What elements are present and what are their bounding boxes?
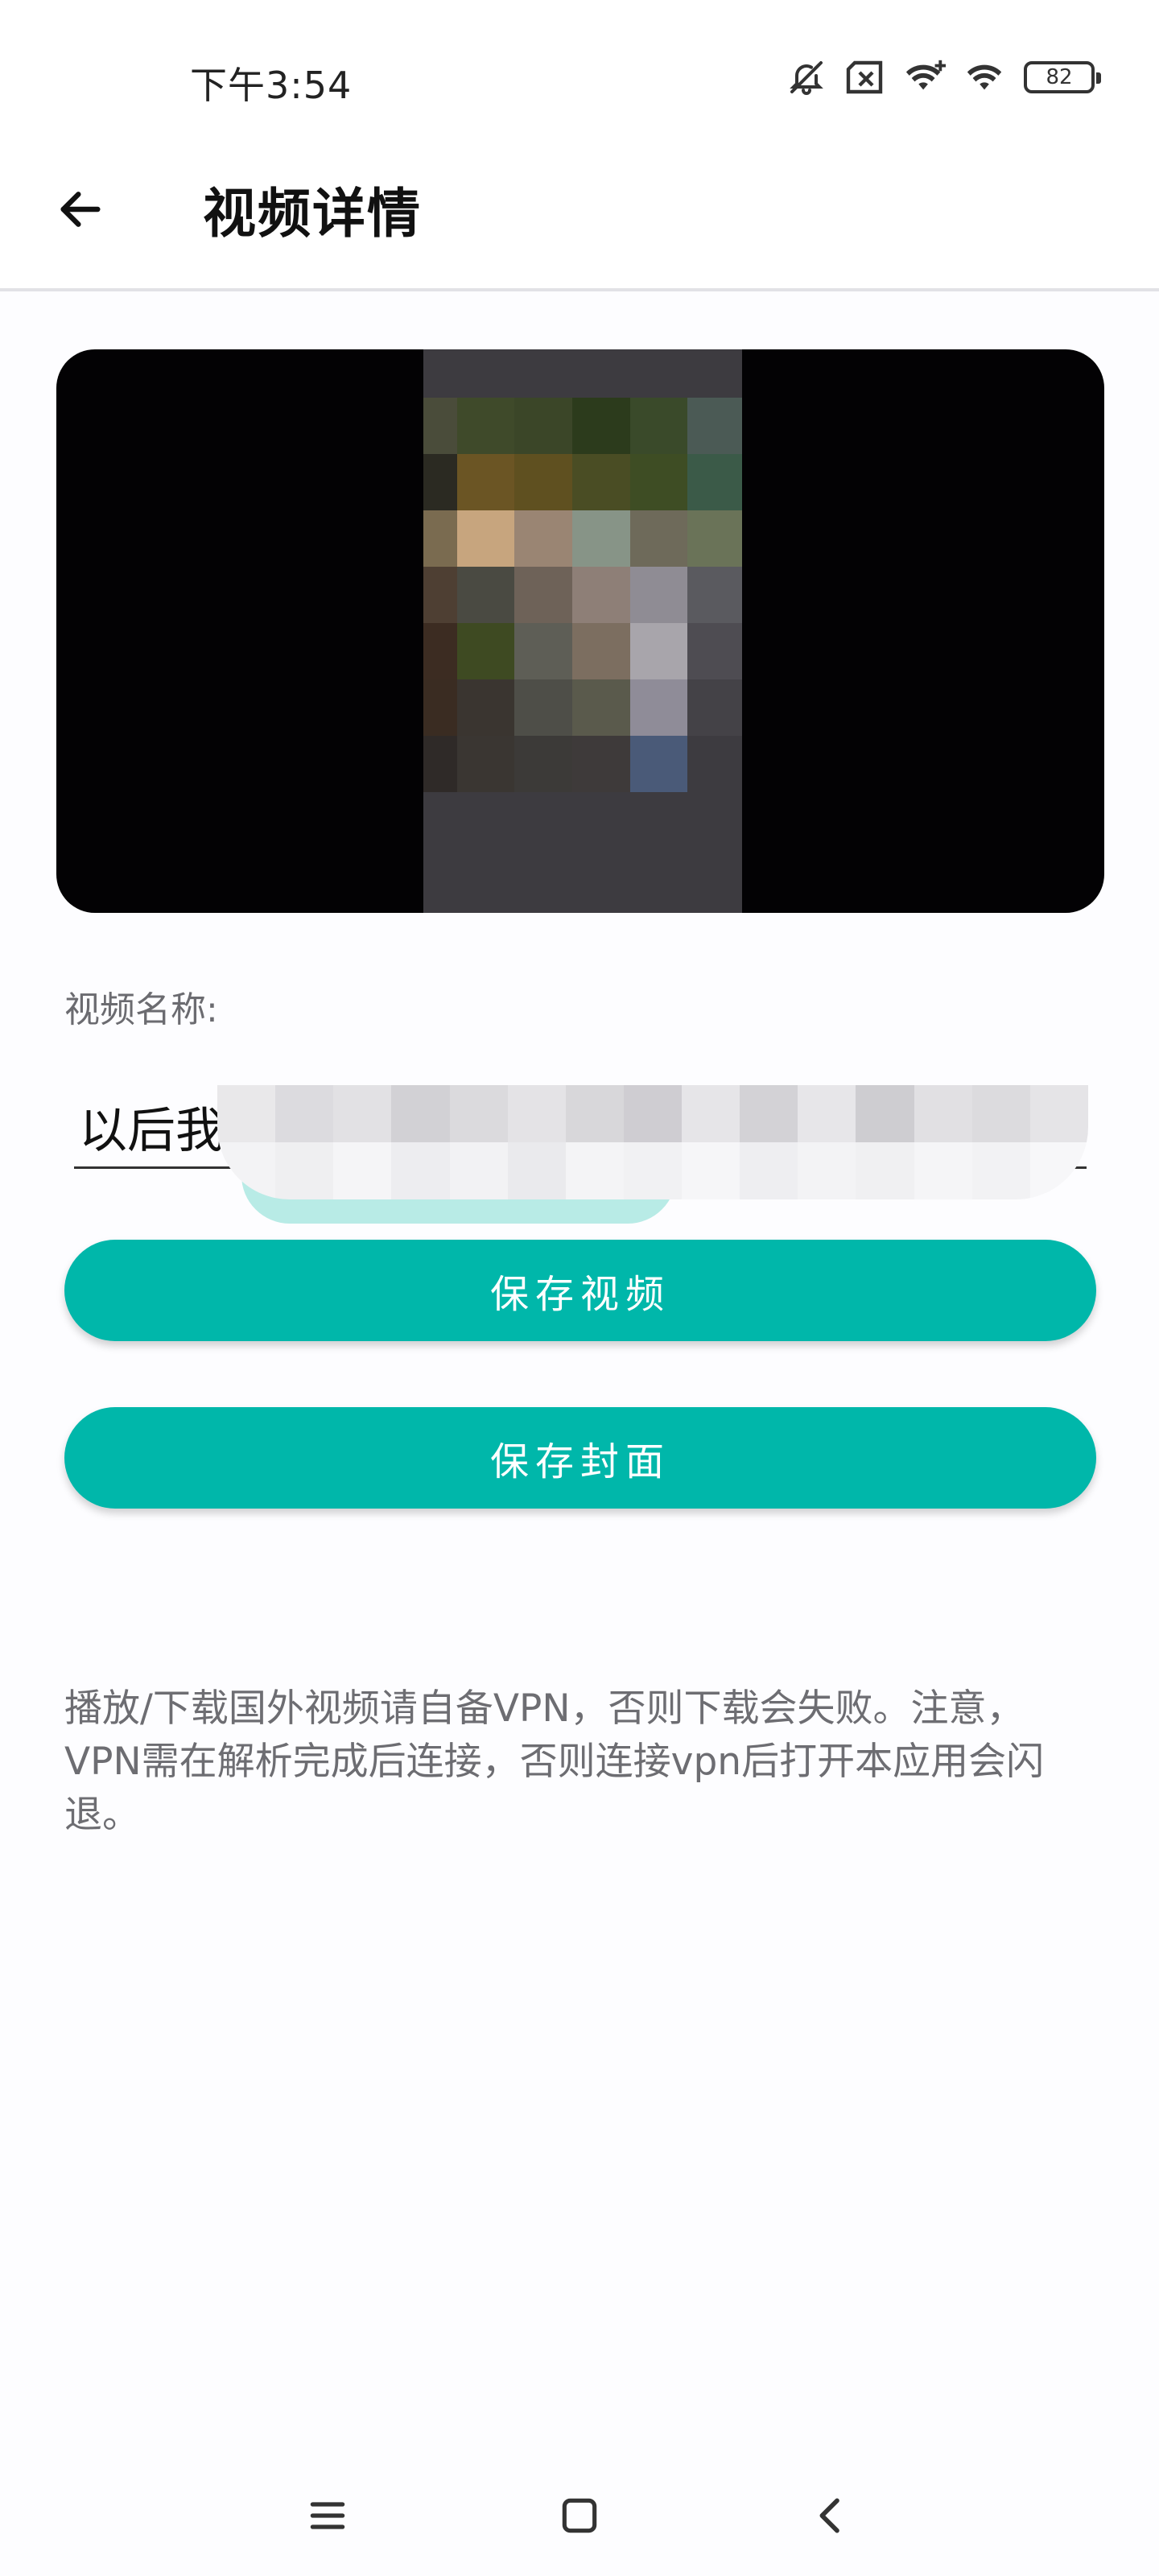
back-chevron-icon xyxy=(819,2498,839,2533)
system-back-button[interactable] xyxy=(795,2479,868,2552)
menu-icon xyxy=(310,2502,345,2529)
recent-apps-button[interactable] xyxy=(291,2479,364,2552)
video-name-value[interactable]: 以后我 xyxy=(79,1092,224,1162)
save-video-button[interactable]: 保存视频 xyxy=(64,1240,1096,1341)
home-square-icon xyxy=(562,2498,597,2533)
pixelated-video-content xyxy=(423,398,742,792)
arrow-left-icon xyxy=(60,192,101,227)
status-time: 下午3:54 xyxy=(190,64,353,107)
save-cover-button[interactable]: 保存封面 xyxy=(64,1407,1096,1509)
bell-off-icon xyxy=(786,56,827,98)
system-nav-bar xyxy=(0,2447,1159,2576)
video-player[interactable] xyxy=(56,349,1104,913)
sim-error-icon xyxy=(845,56,887,98)
page-title: 视频详情 xyxy=(203,183,422,245)
screen: 下午3:54 82 视频详情 视频名称: 以后我 保存视频 保存封面 播放/下载… xyxy=(0,0,1159,2576)
video-name-label: 视频名称: xyxy=(64,989,218,1030)
status-icons: 82 xyxy=(786,53,1101,101)
vpn-notice-text: 播放/下载国外视频请自备VPN，否则下载会失败。注意，VPN需在解析完成后连接，… xyxy=(64,1686,1045,1837)
video-frame xyxy=(423,349,742,913)
status-bar: 下午3:54 82 xyxy=(0,0,1159,145)
wifi-plus-icon xyxy=(905,56,947,98)
redaction-overlay xyxy=(217,1085,1088,1199)
home-button[interactable] xyxy=(543,2479,616,2552)
wifi-icon xyxy=(964,56,1006,98)
app-bar: 视频详情 xyxy=(0,145,1159,291)
battery-level: 82 xyxy=(1046,65,1073,89)
battery-icon: 82 xyxy=(1024,61,1101,93)
back-button[interactable] xyxy=(40,169,121,250)
